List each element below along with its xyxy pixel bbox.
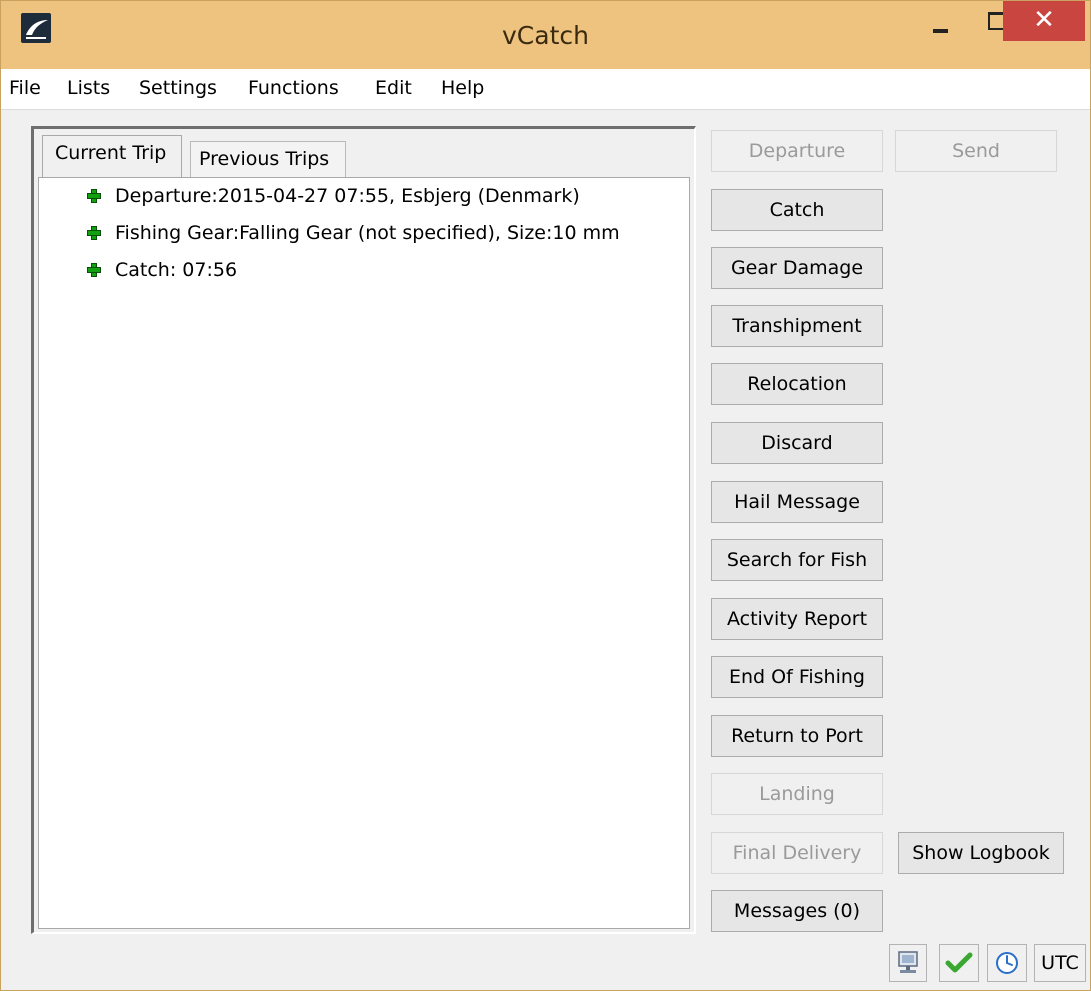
expand-plus-icon[interactable] [87, 263, 101, 277]
departure-button[interactable]: Departure [711, 130, 883, 172]
tab-current-trip[interactable]: Current Trip [42, 135, 182, 179]
close-button[interactable]: ✕ [1003, 1, 1085, 41]
final-delivery-button[interactable]: Final Delivery [711, 832, 883, 874]
end-of-fishing-button[interactable]: End Of Fishing [711, 656, 883, 698]
computer-icon [898, 951, 918, 973]
minimize-button[interactable] [913, 1, 969, 41]
status-connection [889, 944, 927, 982]
discard-button[interactable]: Discard [711, 422, 883, 464]
tree-item-catch[interactable]: Catch: 07:56 [87, 256, 237, 284]
landing-button[interactable]: Landing [711, 773, 883, 815]
tab-previous-trips[interactable]: Previous Trips [190, 141, 346, 177]
menu-functions[interactable]: Functions [248, 77, 339, 99]
timezone-indicator: UTC [1034, 944, 1086, 982]
expand-plus-icon[interactable] [87, 226, 101, 240]
tree-item-label: Departure:2015-04-27 07:55, Esbjerg (Den… [115, 185, 580, 207]
menu-file[interactable]: File [9, 77, 41, 99]
return-to-port-button[interactable]: Return to Port [711, 715, 883, 757]
status-clock [987, 944, 1027, 982]
search-for-fish-button[interactable]: Search for Fish [711, 539, 883, 581]
menu-lists[interactable]: Lists [67, 77, 110, 99]
expand-plus-icon[interactable] [87, 189, 101, 203]
menu-edit[interactable]: Edit [375, 77, 412, 99]
tree-item-label: Catch: 07:56 [115, 259, 238, 281]
checkmark-icon [945, 952, 973, 973]
clock-icon [996, 952, 1018, 974]
catch-button[interactable]: Catch [711, 189, 883, 231]
show-logbook-button[interactable]: Show Logbook [898, 832, 1064, 874]
relocation-button[interactable]: Relocation [711, 363, 883, 405]
minimize-icon [933, 29, 948, 33]
close-icon: ✕ [1033, 5, 1055, 35]
gear-damage-button[interactable]: Gear Damage [711, 247, 883, 289]
app-window: vCatch ✕ File Lists Settings Functions E… [0, 0, 1091, 991]
trip-tree: Departure:2015-04-27 07:55, Esbjerg (Den… [38, 177, 690, 929]
hail-message-button[interactable]: Hail Message [711, 481, 883, 523]
send-button[interactable]: Send [895, 130, 1057, 172]
menu-bar: File Lists Settings Functions Edit Help [1, 69, 1090, 110]
title-bar: vCatch ✕ [1, 1, 1090, 69]
tree-item-label: Fishing Gear:Falling Gear (not specified… [115, 222, 620, 244]
menu-settings[interactable]: Settings [139, 77, 217, 99]
messages-button[interactable]: Messages (0) [711, 890, 883, 932]
menu-help[interactable]: Help [441, 77, 484, 99]
trip-panel: Previous Trips Current Trip Departure:20… [31, 126, 696, 934]
tree-item-departure[interactable]: Departure:2015-04-27 07:55, Esbjerg (Den… [87, 182, 580, 210]
status-ok [939, 944, 979, 982]
transhipment-button[interactable]: Transhipment [711, 305, 883, 347]
activity-report-button[interactable]: Activity Report [711, 598, 883, 640]
tree-item-fishing-gear[interactable]: Fishing Gear:Falling Gear (not specified… [87, 219, 620, 247]
